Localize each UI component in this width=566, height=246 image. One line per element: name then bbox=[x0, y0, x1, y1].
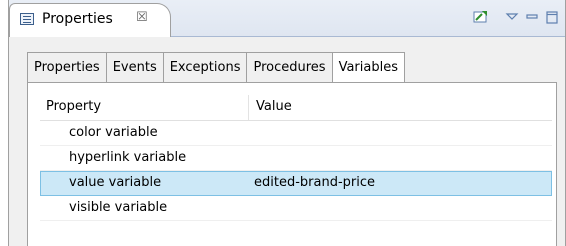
properties-view-tab[interactable]: Properties ☒ bbox=[9, 3, 171, 37]
tab-procedures[interactable]: Procedures bbox=[246, 52, 332, 83]
column-header-property[interactable]: Property bbox=[40, 95, 249, 120]
maximize-icon[interactable] bbox=[545, 8, 559, 26]
column-header-value[interactable]: Value bbox=[249, 95, 292, 120]
variables-panel: Property Value color variable hyperlink … bbox=[27, 83, 557, 246]
value-cell[interactable] bbox=[248, 121, 254, 145]
table-row[interactable]: visible variable bbox=[40, 196, 552, 221]
table-header: Property Value bbox=[40, 95, 552, 121]
properties-icon bbox=[20, 13, 34, 25]
properties-table: Property Value color variable hyperlink … bbox=[40, 95, 552, 221]
close-icon[interactable]: ☒ bbox=[136, 10, 148, 25]
tab-properties[interactable]: Properties bbox=[27, 52, 106, 83]
table-row-selected[interactable]: value variable edited-brand-price bbox=[40, 171, 552, 196]
property-cell: hyperlink variable bbox=[69, 150, 187, 165]
table-row[interactable]: hyperlink variable bbox=[40, 146, 552, 171]
property-cell: visible variable bbox=[69, 200, 168, 215]
value-cell[interactable] bbox=[248, 196, 254, 220]
property-cell: value variable bbox=[69, 175, 162, 190]
view-header: Properties ☒ bbox=[9, 0, 565, 37]
tab-events[interactable]: Events bbox=[105, 52, 163, 83]
property-cell: color variable bbox=[69, 125, 158, 140]
tab-variables[interactable]: Variables bbox=[331, 52, 405, 83]
tab-exceptions[interactable]: Exceptions bbox=[162, 52, 247, 83]
value-cell[interactable] bbox=[248, 146, 254, 170]
view-tab-title: Properties bbox=[42, 11, 113, 27]
table-row[interactable]: color variable bbox=[40, 121, 552, 146]
value-cell[interactable]: edited-brand-price bbox=[248, 171, 375, 195]
minimize-icon[interactable] bbox=[525, 8, 539, 26]
property-tabs: Properties Events Exceptions Procedures … bbox=[27, 52, 405, 83]
view-menu-icon[interactable] bbox=[505, 8, 519, 26]
pin-icon[interactable] bbox=[473, 8, 491, 26]
properties-view: Properties ☒ Properties Events Exception… bbox=[8, 0, 566, 246]
